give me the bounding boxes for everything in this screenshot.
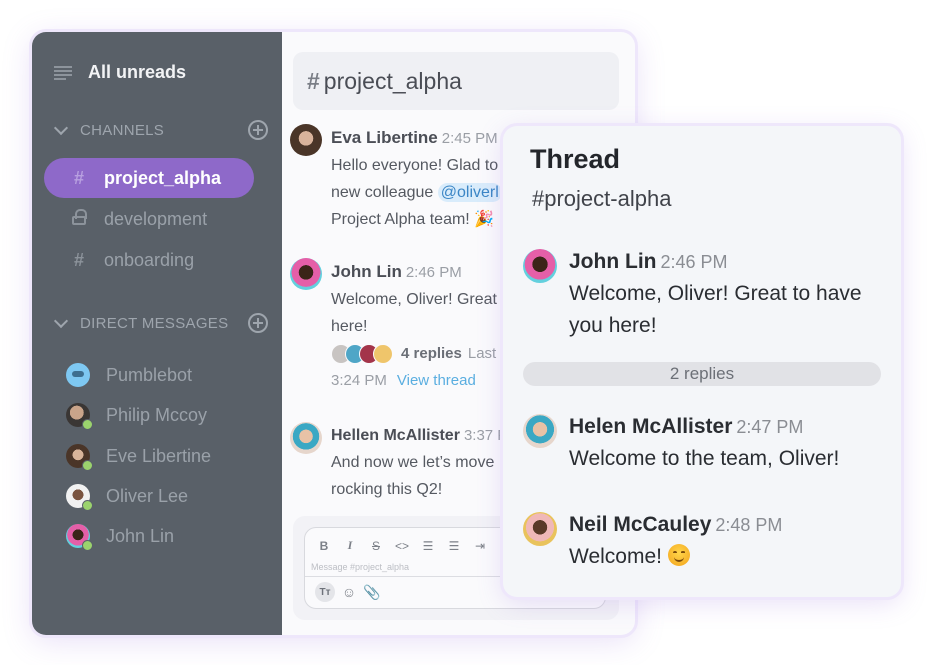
emoji-icon[interactable]: ☺ xyxy=(341,584,357,600)
add-channel-icon[interactable] xyxy=(248,120,268,140)
dm-label: John Lin xyxy=(106,525,175,546)
hash-icon: # xyxy=(307,67,320,94)
text-format-icon[interactable]: Tт xyxy=(315,582,335,602)
sidebar: All unreads CHANNELS # project_alpha dev… xyxy=(32,32,282,635)
dm-label: Oliver Lee xyxy=(106,485,189,506)
message-time: 2:48 PM xyxy=(715,515,783,535)
avatar[interactable] xyxy=(523,414,557,448)
message-time: 2:47 PM xyxy=(736,417,804,437)
message-time: 2:46 PM xyxy=(660,252,728,272)
sidebar-dm-eve-libertine[interactable]: Eve Libertine xyxy=(66,441,211,471)
online-status-icon xyxy=(82,460,93,471)
direct-messages-section-header[interactable]: DIRECT MESSAGES xyxy=(52,313,268,333)
reply-count[interactable]: 4 replies xyxy=(401,340,462,367)
reply-avatars xyxy=(331,343,393,364)
sidebar-channel-development[interactable]: development xyxy=(44,199,254,239)
message-text: Welcome! xyxy=(569,545,662,568)
avatar[interactable] xyxy=(290,124,322,156)
message-author[interactable]: John Lin xyxy=(569,250,657,273)
thread-channel[interactable]: #project-alpha xyxy=(532,186,671,212)
dm-label: Eve Libertine xyxy=(106,445,212,466)
message-time: 2:46 PM xyxy=(405,264,462,281)
message-text: Welcome to the team, Oliver! xyxy=(569,447,840,470)
avatar[interactable] xyxy=(290,258,322,290)
online-status-icon xyxy=(82,540,93,551)
code-icon[interactable]: <> xyxy=(395,539,409,553)
sidebar-channel-project-alpha[interactable]: # project_alpha xyxy=(44,158,254,198)
channel-label: project_alpha xyxy=(104,167,222,188)
indent-icon[interactable]: ⇥ xyxy=(473,539,487,553)
sidebar-channel-onboarding[interactable]: # onboarding xyxy=(44,240,254,280)
avatar[interactable] xyxy=(523,512,557,546)
message-author[interactable]: Hellen McAllister xyxy=(331,427,460,444)
online-status-icon xyxy=(82,500,93,511)
dm-label: Pumblebot xyxy=(106,364,193,385)
chevron-down-icon[interactable] xyxy=(53,120,69,135)
avatar xyxy=(66,484,93,511)
attachment-icon[interactable]: 📎 xyxy=(363,584,380,601)
channel-label: development xyxy=(104,208,208,229)
list-icon xyxy=(54,65,72,80)
message-input[interactable]: Message #project_alpha xyxy=(311,562,409,572)
channels-header-label: CHANNELS xyxy=(80,121,165,139)
avatar xyxy=(66,403,93,430)
message-author[interactable]: Neil McCauley xyxy=(569,513,711,536)
message-text: you here! xyxy=(569,314,657,337)
sidebar-dm-pumblebot[interactable]: Pumblebot xyxy=(66,360,192,390)
last-reply-time: 3:24 PM xyxy=(331,372,387,389)
hash-icon: # xyxy=(73,167,84,188)
thread-title: Thread xyxy=(530,144,621,174)
view-thread-link[interactable]: View thread xyxy=(397,372,476,389)
bot-avatar xyxy=(66,363,90,387)
message-time: 2:45 PM xyxy=(441,130,498,147)
composer-actions: Tт ☺ 📎 xyxy=(315,582,380,602)
channel-header: # project_alpha xyxy=(293,52,619,110)
last-reply-label: Last r xyxy=(467,345,506,362)
avatar[interactable] xyxy=(290,422,322,454)
avatar[interactable] xyxy=(523,249,557,283)
channels-section-header[interactable]: CHANNELS xyxy=(52,120,268,140)
sidebar-dm-philip-mccoy[interactable]: Philip Mccoy xyxy=(66,400,207,430)
message-text: new colleague xyxy=(331,184,438,201)
hash-icon: # xyxy=(73,249,84,270)
channel-title: project_alpha xyxy=(323,67,462,94)
message-author[interactable]: Eva Libertine xyxy=(331,128,438,147)
all-unreads-label: All unreads xyxy=(88,62,187,82)
avatar xyxy=(66,524,93,551)
message-author[interactable]: Helen McAllister xyxy=(569,415,732,438)
smiling-face-emoji-icon xyxy=(667,544,690,566)
message-time: 3:37 P xyxy=(463,427,508,444)
all-unreads-item[interactable]: All unreads xyxy=(54,62,186,83)
channel-label: onboarding xyxy=(104,249,195,270)
dm-label: Philip Mccoy xyxy=(106,404,208,425)
thread-panel: Thread #project-alpha John Lin 2:46 PM We… xyxy=(503,126,901,597)
dm-header-label: DIRECT MESSAGES xyxy=(80,314,229,332)
strikethrough-icon[interactable]: S xyxy=(369,539,383,553)
formatting-toolbar: B I S <> ☰ ☰ ⇥ ⌸ xyxy=(317,538,513,553)
add-dm-icon[interactable] xyxy=(248,313,268,333)
lock-icon xyxy=(70,208,88,230)
sidebar-dm-oliver-lee[interactable]: Oliver Lee xyxy=(66,481,188,511)
sidebar-dm-john-lin[interactable]: John Lin xyxy=(66,521,174,551)
replies-divider: 2 replies xyxy=(523,362,881,386)
bullet-list-icon[interactable]: ☰ xyxy=(447,539,461,553)
italic-icon[interactable]: I xyxy=(343,538,357,553)
user-mention[interactable]: @oliverl xyxy=(437,183,502,202)
online-status-icon xyxy=(82,419,93,430)
message-author[interactable]: John Lin xyxy=(331,262,402,281)
message-text: Welcome, Oliver! Great to have xyxy=(569,282,862,305)
bold-icon[interactable]: B xyxy=(317,539,331,553)
ordered-list-icon[interactable]: ☰ xyxy=(421,539,435,553)
chevron-down-icon[interactable] xyxy=(53,313,69,328)
avatar xyxy=(66,444,93,471)
